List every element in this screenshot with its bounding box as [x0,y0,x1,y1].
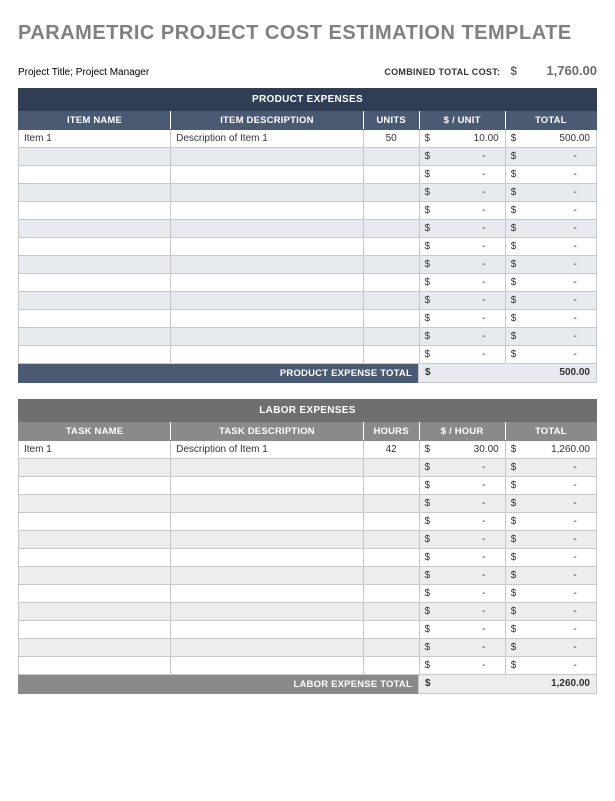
table-row: -- [19,256,597,274]
product-expense-total-value: $500.00 [418,364,597,383]
page-title: PARAMETRIC PROJECT COST ESTIMATION TEMPL… [18,22,597,45]
labor-expenses-header: LABOR EXPENSES [18,399,597,422]
table-row: -- [19,184,597,202]
labor-expense-total-value: $1,260.00 [418,675,597,694]
product-expense-total-label: PRODUCT EXPENSE TOTAL [18,364,418,383]
product-expenses-section: PRODUCT EXPENSES ITEM NAME ITEM DESCRIPT… [18,88,597,383]
product-expenses-table: ITEM NAME ITEM DESCRIPTION UNITS $ / UNI… [18,111,597,364]
labor-rows: Item 1Description of Item 14230.001,260.… [19,441,597,675]
meta-row: Project Title; Project Manager COMBINED … [18,63,597,78]
table-row: -- [19,220,597,238]
col-task-name: TASK NAME [19,423,171,441]
labor-expenses-section: LABOR EXPENSES TASK NAME TASK DESCRIPTIO… [18,399,597,694]
col-units: UNITS [363,112,419,130]
col-rate: $ / UNIT [419,112,505,130]
table-row: -- [19,202,597,220]
table-row: Item 1Description of Item 14230.001,260.… [19,441,597,459]
col-item-name: ITEM NAME [19,112,171,130]
table-row: -- [19,274,597,292]
combined-total-label: COMBINED TOTAL COST: [384,67,500,77]
table-row: -- [19,292,597,310]
table-row: -- [19,238,597,256]
table-row: -- [19,603,597,621]
combined-total-currency: $ [510,64,517,78]
table-row: -- [19,549,597,567]
table-row: -- [19,328,597,346]
table-row: -- [19,477,597,495]
product-rows: Item 1Description of Item 15010.00500.00… [19,130,597,364]
table-row: Item 1Description of Item 15010.00500.00 [19,130,597,148]
table-row: -- [19,459,597,477]
col-item-description: ITEM DESCRIPTION [171,112,364,130]
table-row: -- [19,166,597,184]
col-hour-rate: $ / HOUR [419,423,505,441]
project-info: Project Title; Project Manager [18,67,149,78]
table-row: -- [19,531,597,549]
product-expenses-header: PRODUCT EXPENSES [18,88,597,111]
table-row: -- [19,621,597,639]
table-row: -- [19,585,597,603]
col-task-description: TASK DESCRIPTION [171,423,364,441]
labor-expenses-table: TASK NAME TASK DESCRIPTION HOURS $ / HOU… [18,422,597,675]
col-labor-total: TOTAL [505,423,596,441]
table-row: -- [19,567,597,585]
table-row: -- [19,639,597,657]
col-total: TOTAL [505,112,596,130]
table-row: -- [19,657,597,675]
combined-total-amount: 1,760.00 [527,63,597,78]
table-row: -- [19,310,597,328]
table-row: -- [19,346,597,364]
col-hours: HOURS [363,423,419,441]
table-row: -- [19,513,597,531]
labor-expense-total-label: LABOR EXPENSE TOTAL [18,675,418,694]
table-row: -- [19,148,597,166]
table-row: -- [19,495,597,513]
